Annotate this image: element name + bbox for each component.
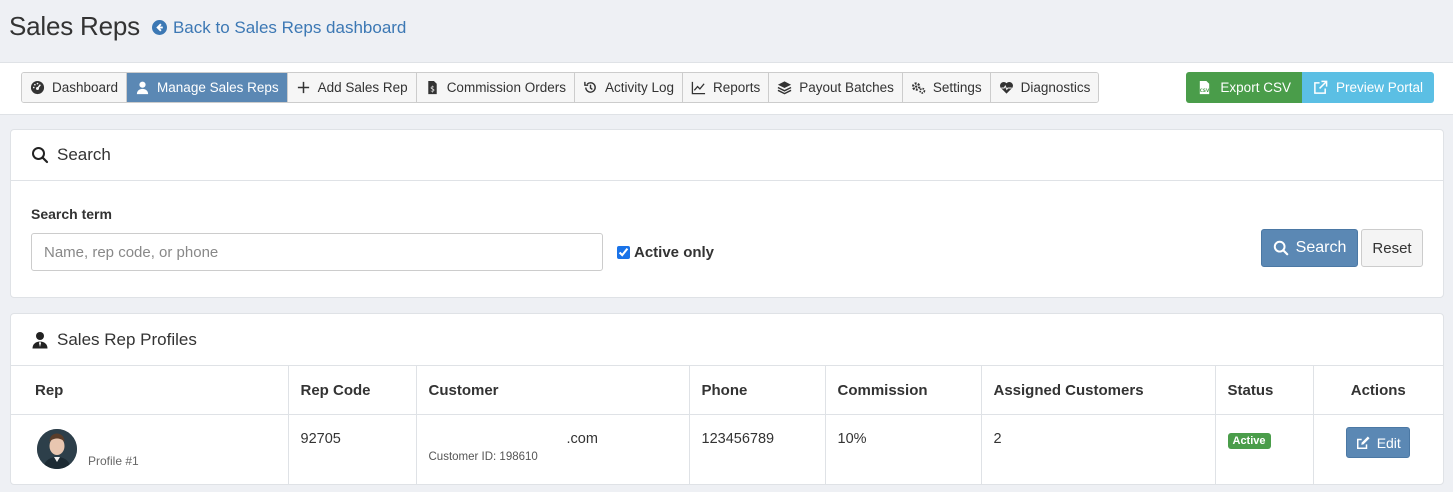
user-tie-icon [32, 331, 48, 348]
dashboard-gauge-icon [30, 80, 45, 95]
nav-settings[interactable]: Settings [902, 73, 991, 102]
page-header: Sales Reps Back to Sales Reps dashboard [9, 6, 406, 46]
customer-cell: .com Customer ID: 198610 [416, 414, 690, 485]
active-only-label: Active only [634, 244, 715, 261]
nav-commission-orders[interactable]: $ Commission Orders [416, 73, 575, 102]
status-cell: Active [1215, 414, 1314, 485]
rep-code-cell: 92705 [288, 414, 417, 485]
table-header-row: Rep Rep Code Customer Phone Commission A… [11, 365, 1443, 415]
file-dollar-icon: $ [425, 80, 440, 95]
profile-number: Profile #1 [88, 454, 139, 468]
line-chart-icon [691, 80, 706, 95]
search-button-label: Search [1295, 239, 1347, 256]
search-card: Search Search term Active only Search Re… [10, 129, 1444, 298]
external-link-icon [1314, 80, 1328, 94]
search-icon [32, 147, 49, 164]
export-csv-label: Export CSV [1220, 80, 1291, 95]
nav-reports[interactable]: Reports [683, 73, 770, 102]
nav-manage-sales-reps[interactable]: Manage Sales Reps [127, 73, 288, 102]
nav-reports-label: Reports [713, 80, 761, 95]
file-csv-icon: CSV [1200, 80, 1210, 95]
preview-portal-label: Preview Portal [1335, 80, 1423, 95]
nav-add-sales-rep[interactable]: Add Sales Rep [287, 73, 417, 102]
export-actions: CSV Export CSV Preview Portal [1186, 72, 1434, 103]
customer-id: Customer ID: 198610 [428, 451, 538, 463]
nav-add-sales-rep-label: Add Sales Rep [317, 80, 408, 95]
nav-payout-batches[interactable]: Payout Batches [769, 73, 903, 102]
nav-dashboard[interactable]: Dashboard [22, 73, 128, 102]
nav-activity-log[interactable]: Activity Log [574, 73, 683, 102]
gears-icon [911, 80, 926, 95]
column-header-rep[interactable]: Rep [11, 365, 289, 415]
search-card-title: Search [57, 145, 111, 164]
search-card-header: Search [11, 130, 1443, 181]
nav-commission-orders-label: Commission Orders [446, 80, 566, 95]
export-csv-button[interactable]: CSV Export CSV [1186, 72, 1302, 103]
nav-button-group: Dashboard Manage Sales Reps Add Sales Re… [21, 72, 1100, 103]
avatar[interactable] [37, 429, 77, 469]
page-title: Sales Reps [9, 10, 140, 41]
column-header-phone[interactable]: Phone [689, 365, 826, 415]
toolbar: Dashboard Manage Sales Reps Add Sales Re… [0, 62, 1453, 115]
actions-cell: Edit [1313, 415, 1443, 485]
profiles-card-title: Sales Rep Profiles [57, 329, 197, 349]
search-term-label: Search term [31, 206, 112, 222]
nav-dashboard-label: Dashboard [52, 80, 119, 95]
table-row: Profile #1 92705 .com Customer ID: 19861… [11, 414, 1443, 485]
layers-icon [777, 80, 792, 95]
rep-cell: Profile #1 [11, 414, 289, 485]
nav-manage-sales-reps-label: Manage Sales Reps [157, 80, 279, 95]
column-header-customer[interactable]: Customer [416, 365, 690, 415]
profiles-card-header: Sales Rep Profiles [11, 314, 1443, 365]
column-header-rep-code[interactable]: Rep Code [288, 365, 417, 415]
nav-diagnostics-label: Diagnostics [1020, 80, 1091, 95]
search-input[interactable] [31, 233, 603, 271]
profiles-table: Rep Rep Code Customer Phone Commission A… [11, 365, 1443, 485]
edit-button[interactable]: Edit [1346, 427, 1411, 458]
nav-diagnostics[interactable]: Diagnostics [990, 73, 1099, 102]
assigned-customers-cell: 2 [981, 414, 1216, 485]
user-icon [135, 80, 150, 95]
search-button[interactable]: Search [1261, 229, 1358, 267]
svg-text:CSV: CSV [1200, 88, 1210, 93]
column-header-actions: Actions [1313, 365, 1443, 415]
edit-button-label: Edit [1376, 434, 1401, 451]
commission-cell: 10% [825, 414, 982, 485]
nav-payout-batches-label: Payout Batches [799, 80, 894, 95]
phone-cell: 123456789 [689, 414, 826, 485]
sales-rep-profiles-card: Sales Rep Profiles Rep Rep Code Customer… [10, 313, 1444, 485]
customer-email-domain: .com [566, 431, 598, 447]
nav-activity-log-label: Activity Log [604, 80, 674, 95]
history-icon [583, 80, 598, 95]
search-icon [1273, 240, 1288, 256]
active-only-checkbox[interactable] [617, 246, 630, 259]
status-badge: Active [1227, 433, 1271, 449]
column-header-status[interactable]: Status [1215, 365, 1314, 415]
nav-settings-label: Settings [932, 80, 982, 95]
svg-text:$: $ [430, 85, 435, 94]
back-to-dashboard-link[interactable]: Back to Sales Reps dashboard [151, 17, 407, 38]
edit-icon [1356, 435, 1370, 449]
preview-portal-button[interactable]: Preview Portal [1301, 72, 1434, 103]
plus-icon [296, 80, 311, 95]
column-header-assigned-customers[interactable]: Assigned Customers [981, 365, 1216, 415]
arrow-circle-left-icon [151, 20, 167, 35]
heartbeat-icon [999, 80, 1014, 95]
column-header-commission[interactable]: Commission [825, 365, 982, 415]
back-link-label: Back to Sales Reps dashboard [172, 17, 407, 37]
reset-button[interactable]: Reset [1361, 229, 1423, 267]
active-only-checkbox-wrapper[interactable]: Active only [617, 244, 714, 261]
